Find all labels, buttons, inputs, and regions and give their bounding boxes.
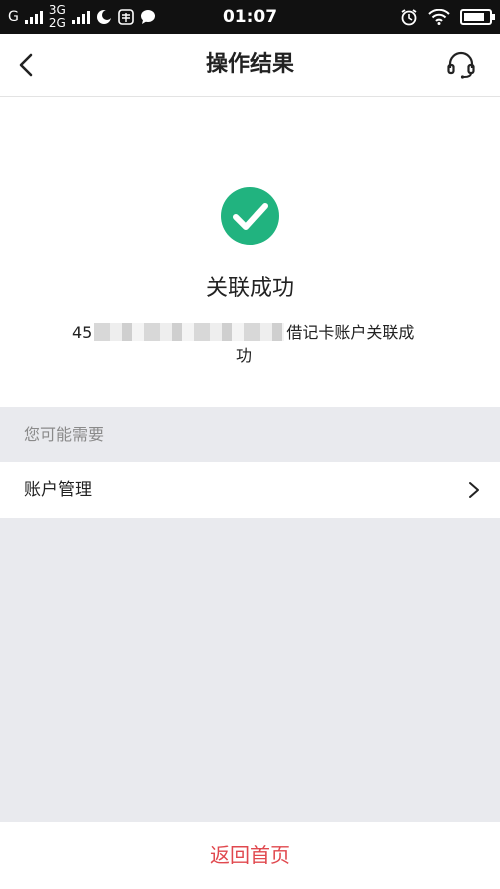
headset-icon[interactable] [446, 50, 476, 80]
list-item-account-management[interactable]: 账户管理 [0, 462, 500, 518]
footer-bar: 返回首页 [0, 822, 500, 889]
page-title: 操作结果 [205, 52, 294, 77]
result-detail: 45 借记卡账户关联成 功 [72, 321, 432, 367]
wifi-icon [428, 9, 450, 25]
suggestion-heading-label: 您可能需要 [24, 425, 105, 444]
detail-message: 借记卡账户关联成 [286, 323, 415, 342]
detail-message-wrap: 功 [235, 346, 252, 365]
result-panel: 关联成功 45 借记卡账户关联成 功 [0, 97, 500, 407]
list-item-label: 账户管理 [24, 480, 92, 500]
result-status: 关联成功 [205, 276, 294, 301]
status-bar: G 3G 2G 01:07 [0, 0, 500, 34]
return-home-button[interactable]: 返回首页 [0, 822, 500, 889]
alarm-icon [401, 9, 417, 26]
suggestion-heading: 您可能需要 [0, 407, 500, 462]
card-number-prefix: 45 [72, 323, 93, 342]
chevron-right-icon [469, 482, 479, 498]
nav-bar: 操作结果 [0, 34, 500, 97]
masked-card-number [94, 323, 285, 341]
check-circle-icon [221, 187, 279, 245]
status-right [400, 0, 495, 34]
battery-icon [460, 9, 495, 25]
